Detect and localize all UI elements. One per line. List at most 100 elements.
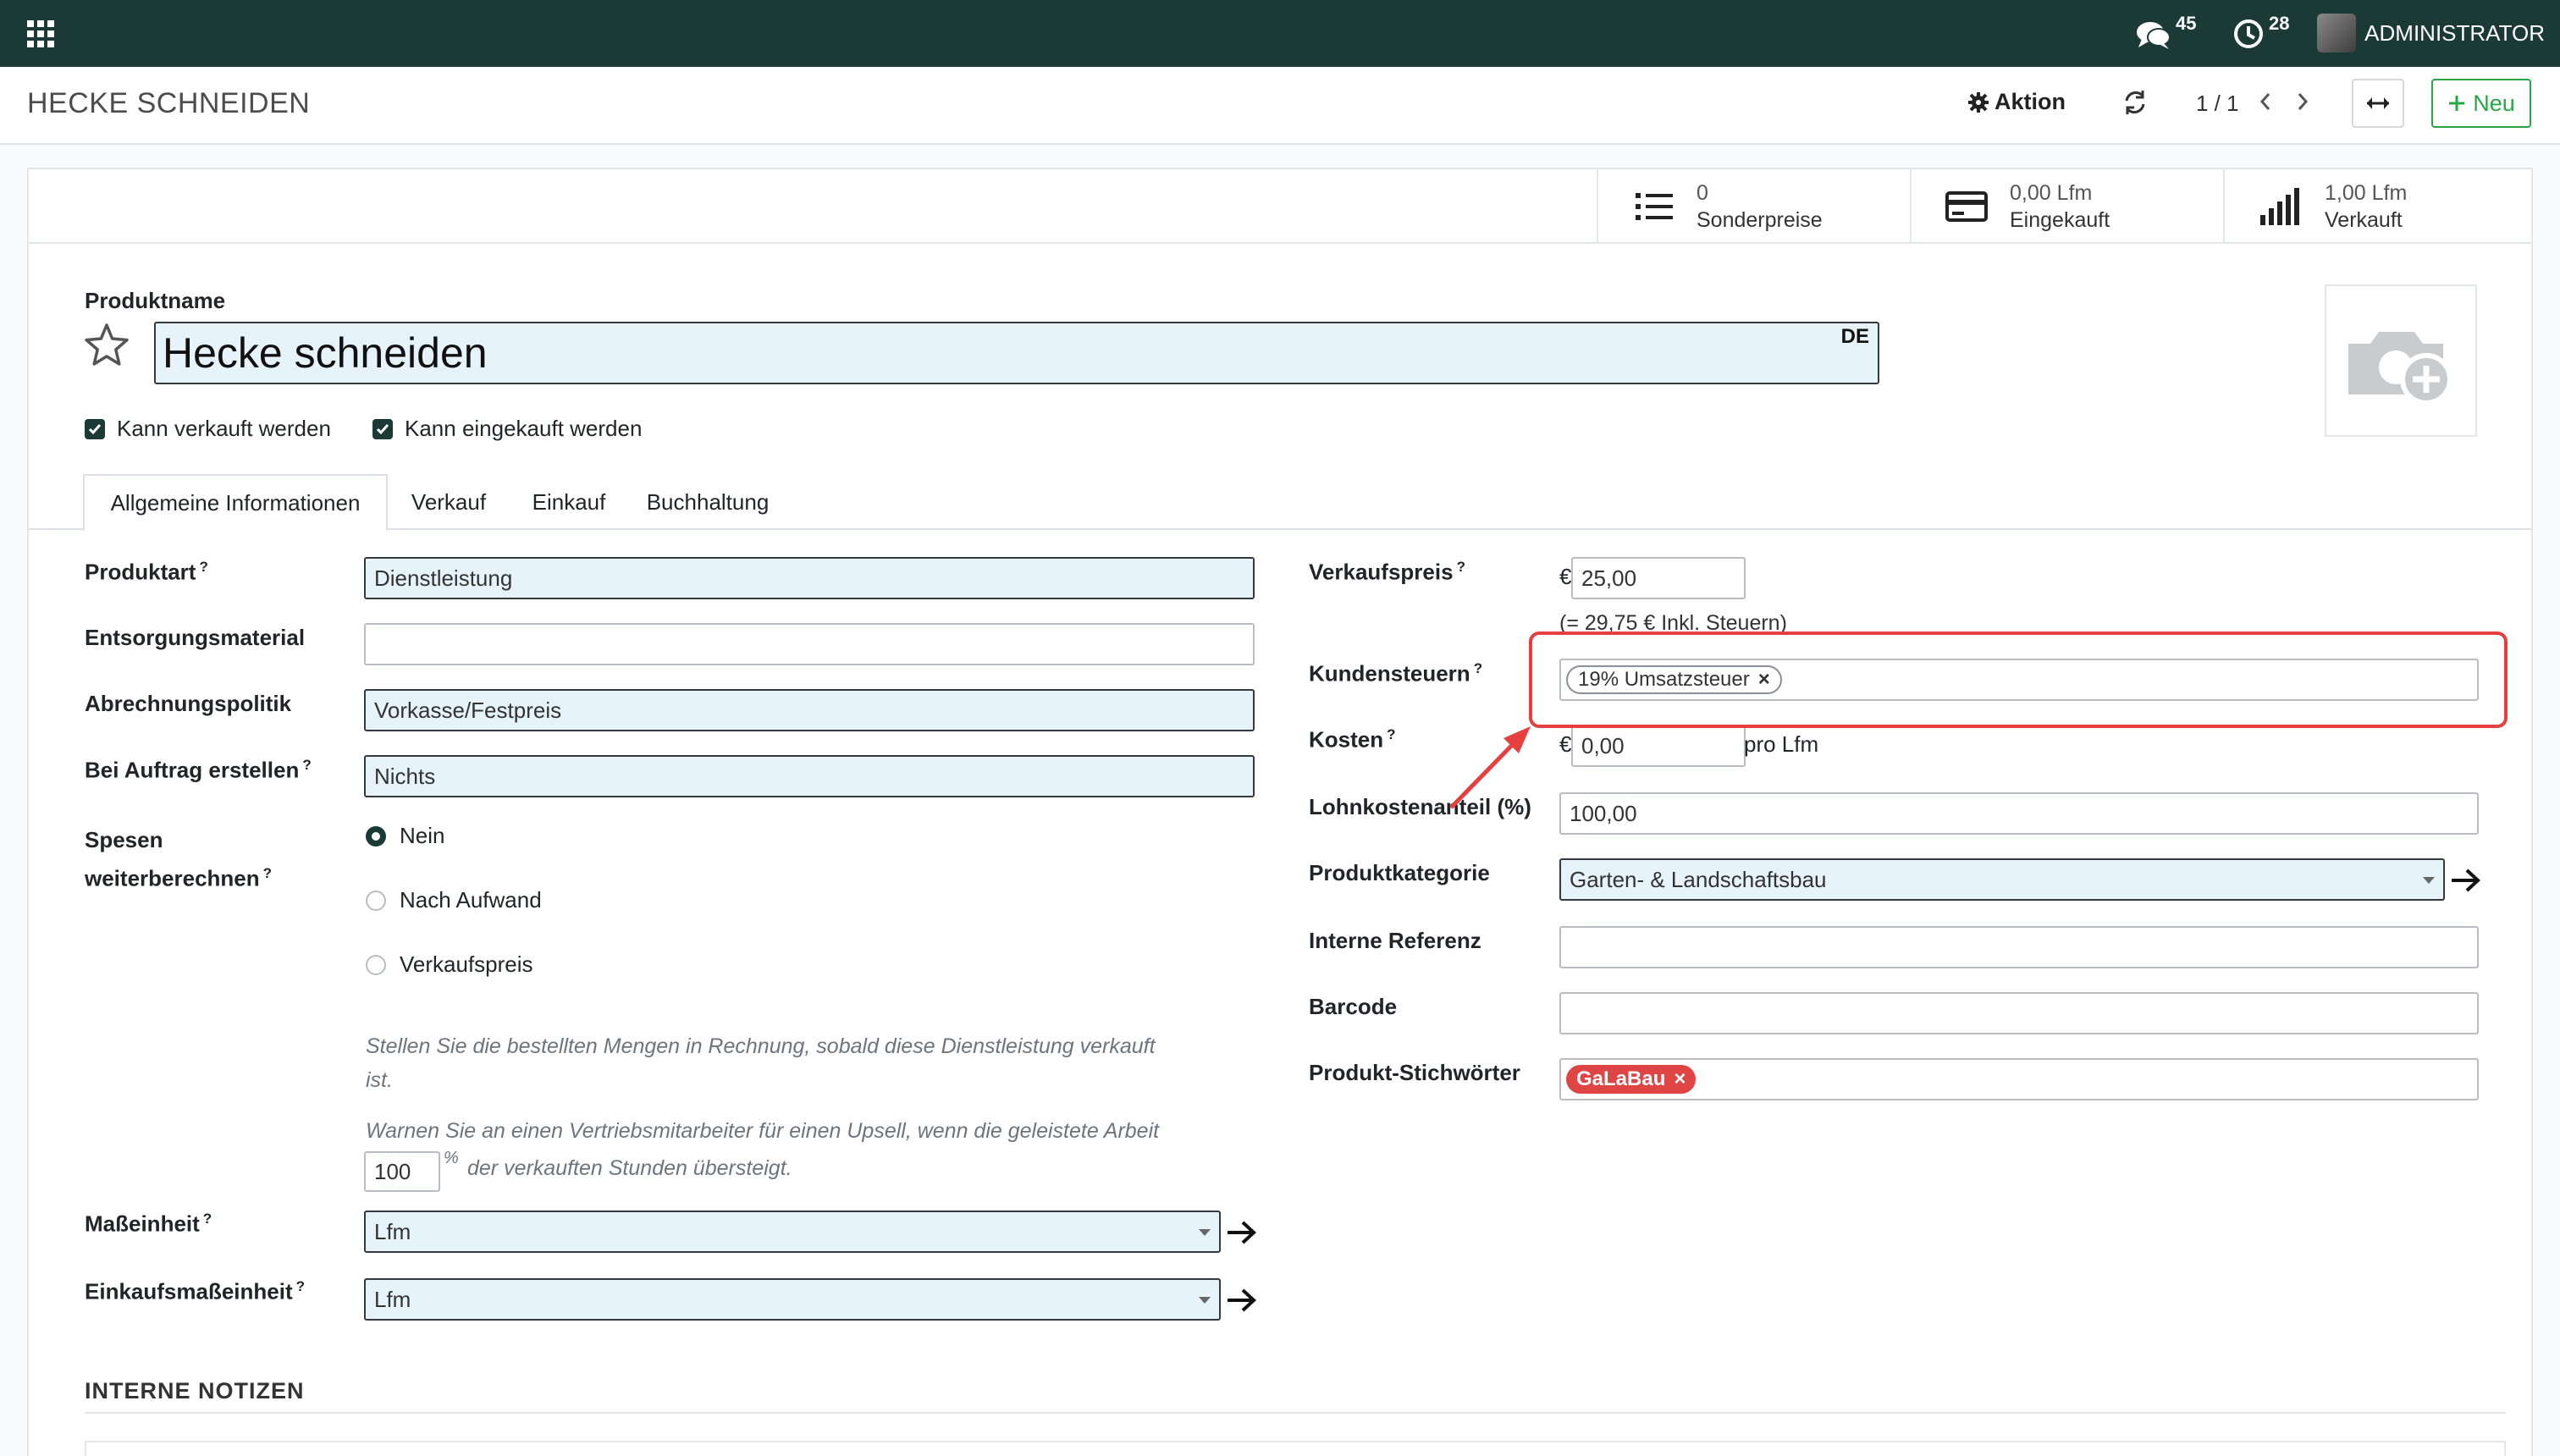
invoice-hint-text: Stellen Sie die bestellten Mengen in Rec… xyxy=(366,1034,1156,1092)
internal-notes-editor[interactable] xyxy=(85,1441,2506,1456)
activities-button[interactable]: 28 xyxy=(2232,13,2290,52)
cost-label: Kosten? xyxy=(1309,726,1396,753)
clock-icon xyxy=(2234,19,2263,48)
purchase-uom-label: Einkaufsmaßeinheit? xyxy=(85,1278,306,1304)
sales-price-input[interactable]: 25,00 xyxy=(1571,557,1746,599)
radio-sales-price-label: Verkaufspreis xyxy=(400,951,533,977)
radio-no[interactable]: Nein xyxy=(366,823,444,849)
product-type-select[interactable]: Dienstleistung xyxy=(364,557,1255,599)
sales-price-label: Verkaufspreis? xyxy=(1309,559,1465,585)
radio-sales-price[interactable]: Verkaufspreis xyxy=(366,951,533,978)
product-type-label: Produktart? xyxy=(85,559,208,585)
product-name-input[interactable]: Hecke schneiden DE xyxy=(154,322,1879,384)
product-name-label: Produktname xyxy=(85,288,226,313)
uom-label: Maßeinheit? xyxy=(85,1211,212,1237)
radio-unselected-icon xyxy=(366,890,386,911)
action-label: Aktion xyxy=(1994,89,2066,114)
smart-buttons-bar: 0 Sonderpreise 0,00 Lfm Eingekauft 1,00 Lf… xyxy=(29,169,2531,244)
remove-tag-icon[interactable]: × xyxy=(1674,1067,1686,1091)
category-external-link-arrow-icon[interactable] xyxy=(2450,867,2482,898)
radio-unselected-icon xyxy=(366,954,386,975)
action-button[interactable]: Aktion xyxy=(1967,89,2066,115)
internal-reference-label: Interne Referenz xyxy=(1309,928,1481,953)
language-button[interactable]: DE xyxy=(1841,325,1869,349)
stat-label: Eingekauft xyxy=(2010,208,2110,232)
purchased-button[interactable]: 0,00 Lfm Eingekauft xyxy=(1910,169,2223,244)
product-image-upload[interactable] xyxy=(2325,284,2477,437)
radio-selected-icon xyxy=(366,825,386,847)
notes-divider xyxy=(85,1412,2506,1414)
pager-previous-button[interactable] xyxy=(2257,87,2274,120)
dropdown-arrow-icon xyxy=(2423,877,2435,884)
chat-icon xyxy=(2137,22,2171,49)
control-panel: HECKE SCHNEIDEN Aktion 1 / 1 Neu xyxy=(0,67,2560,145)
invoice-policy-select[interactable]: Vorkasse/Festpreis xyxy=(364,689,1255,731)
uom-external-link-arrow-icon[interactable] xyxy=(1226,1219,1258,1250)
favorite-star-icon[interactable] xyxy=(83,322,130,373)
checkbox-checked-icon xyxy=(85,418,105,439)
stat-value: 1,00 Lfm xyxy=(2325,181,2408,205)
chevron-right-icon xyxy=(2298,93,2309,110)
plus-icon xyxy=(2449,96,2465,111)
uom-select[interactable]: Lfm xyxy=(364,1211,1221,1253)
tab-accounting[interactable]: Buchhaltung xyxy=(628,474,787,530)
user-menu[interactable]: ADMINISTRATOR xyxy=(2317,14,2545,52)
checkbox-checked-icon xyxy=(372,418,393,439)
barcode-input[interactable] xyxy=(1559,992,2479,1034)
user-name: ADMINISTRATOR xyxy=(2364,19,2545,46)
disposal-material-label: Entsorgungsmaterial xyxy=(85,625,306,650)
upsell-percent-input[interactable]: 100 xyxy=(364,1151,440,1192)
annotation-highlight-box xyxy=(1529,631,2508,728)
can-be-purchased-checkbox[interactable]: Kann eingekauft werden xyxy=(372,416,642,442)
messages-badge: 45 xyxy=(2176,13,2197,34)
tab-general-info[interactable]: Allgemeine Informationen xyxy=(83,474,388,532)
reinvoice-expenses-label: Spesen weiterberechnen? xyxy=(85,827,273,891)
uom-value: Lfm xyxy=(374,1218,411,1244)
avatar xyxy=(2317,14,2357,52)
dropdown-arrow-icon xyxy=(1199,1297,1211,1304)
can-be-sold-label: Kann verkauft werden xyxy=(117,416,331,441)
radio-at-cost[interactable]: Nach Aufwand xyxy=(366,887,542,913)
activities-badge: 28 xyxy=(2269,13,2290,34)
create-on-order-select[interactable]: Nichts xyxy=(364,755,1255,797)
sold-button[interactable]: 1,00 Lfm Verkauft xyxy=(2223,169,2531,244)
tab-sales[interactable]: Verkauf xyxy=(388,474,510,530)
messages-button[interactable]: 45 xyxy=(2133,13,2197,52)
can-be-sold-checkbox[interactable]: Kann verkauft werden xyxy=(85,416,331,442)
new-button[interactable]: Neu xyxy=(2431,79,2531,128)
upsell-percent-sign: % xyxy=(444,1149,459,1167)
cost-input[interactable]: 0,00 xyxy=(1571,725,1746,767)
product-tags-input[interactable] xyxy=(1559,1058,2479,1100)
stat-label: Verkauft xyxy=(2325,208,2403,232)
tab-purchase[interactable]: Einkauf xyxy=(510,474,628,530)
product-tag-label: GaLaBau xyxy=(1576,1067,1666,1090)
toggle-width-button[interactable] xyxy=(2352,79,2404,128)
purchase-uom-external-link-arrow-icon[interactable] xyxy=(1226,1287,1258,1318)
form-sheet: 0 Sonderpreise 0,00 Lfm Eingekauft 1,00 Lf… xyxy=(27,168,2533,1456)
sales-price-currency: € xyxy=(1559,564,1572,589)
product-name-value: Hecke schneiden xyxy=(163,329,488,377)
upsell-hint-text: Warnen Sie an einen Vertriebsmitarbeiter… xyxy=(366,1119,1160,1143)
stat-value: 0,00 Lfm xyxy=(2010,181,2093,205)
new-label: Neu xyxy=(2473,90,2515,116)
purchase-uom-select[interactable]: Lfm xyxy=(364,1278,1221,1321)
cost-per-unit-text: pro Lfm xyxy=(1744,731,1819,757)
pricelist-items-button[interactable]: 0 Sonderpreise xyxy=(1597,169,1910,244)
product-category-select[interactable]: Garten- & Landschaftsbau xyxy=(1559,858,2445,901)
barcode-label: Barcode xyxy=(1309,994,1398,1019)
arrows-horizontal-icon xyxy=(2367,97,2389,109)
apps-menu-icon[interactable] xyxy=(27,20,54,47)
top-navbar: 45 28 ADMINISTRATOR xyxy=(0,0,2560,67)
gear-icon xyxy=(1968,91,1989,113)
invoice-policy-label: Abrechnungspolitik xyxy=(85,691,292,716)
pager-next-button[interactable] xyxy=(2294,87,2311,120)
cost-currency: € xyxy=(1559,731,1572,757)
refresh-button[interactable] xyxy=(2120,85,2150,124)
breadcrumb: HECKE SCHNEIDEN xyxy=(27,87,311,119)
labor-cost-share-input[interactable]: 100,00 xyxy=(1559,792,2479,835)
pager-value[interactable]: 1 / 1 xyxy=(2196,91,2239,117)
stat-label: Sonderpreise xyxy=(1697,208,1823,232)
disposal-material-input[interactable] xyxy=(364,623,1255,665)
internal-reference-input[interactable] xyxy=(1559,926,2479,968)
upsell-hint-text-end: der verkauften Stunden übersteigt. xyxy=(467,1156,792,1180)
